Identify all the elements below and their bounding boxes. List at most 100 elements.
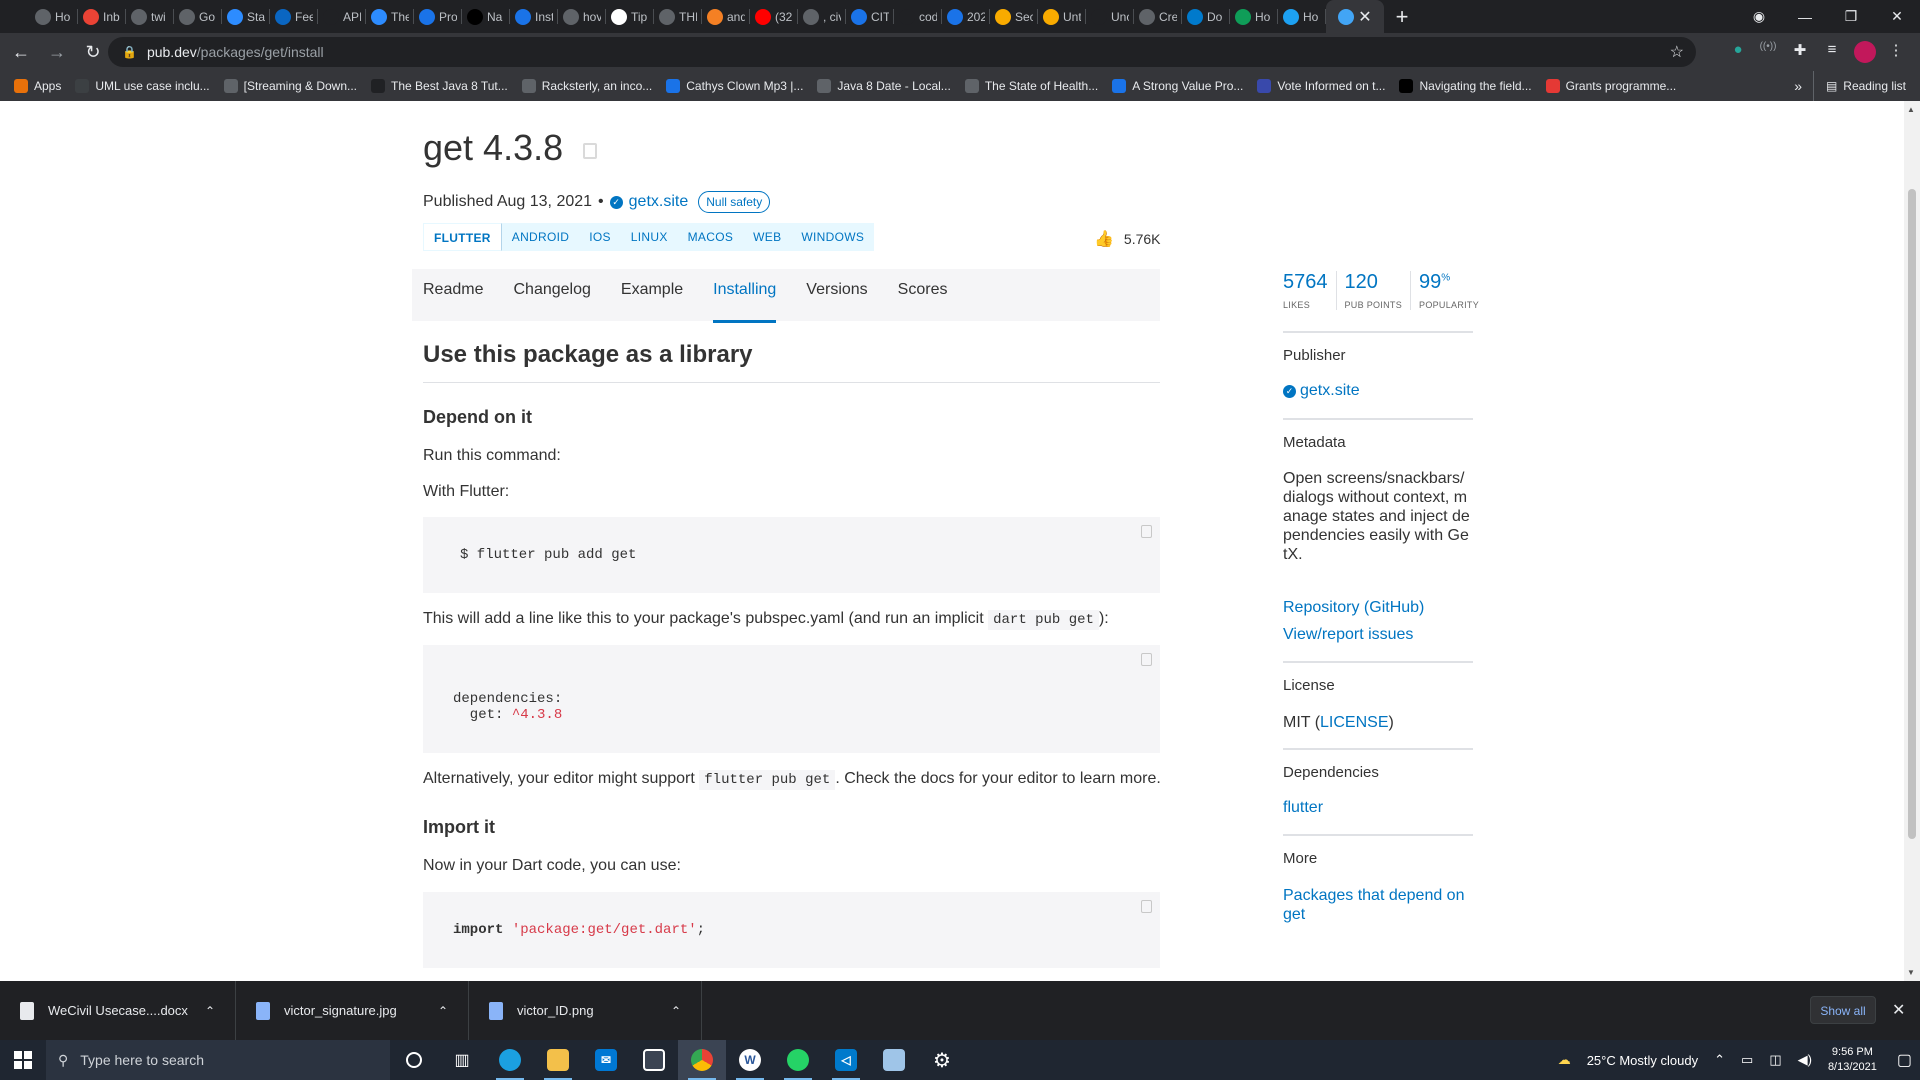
back-button[interactable]: ← — [6, 42, 36, 63]
browser-tab[interactable]: Sec — [990, 0, 1038, 33]
tab-search-icon[interactable]: ◉ — [1736, 8, 1782, 25]
store-icon[interactable] — [630, 1040, 678, 1080]
platform-tag[interactable]: ANDROID — [502, 223, 579, 251]
copy-icon[interactable] — [583, 143, 597, 159]
tab-versions[interactable]: Versions — [806, 269, 867, 321]
close-window-button[interactable]: ✕ — [1874, 8, 1920, 25]
copy-icon[interactable] — [1141, 653, 1152, 666]
license-link[interactable]: LICENSE — [1320, 714, 1388, 731]
points-stat[interactable]: 120 PUB POINTS — [1345, 271, 1412, 310]
browser-tab[interactable]: Na — [462, 0, 510, 33]
chevron-up-icon[interactable]: ⌃ — [1714, 1052, 1725, 1068]
volume-icon[interactable]: ◀) — [1798, 1052, 1812, 1068]
cast-icon[interactable]: ((•)) — [1757, 41, 1779, 63]
tab-installing[interactable]: Installing — [713, 269, 777, 323]
bookmark-item[interactable]: Vote Informed on t... — [1257, 79, 1385, 93]
dependents-link[interactable]: Packages that depend on get — [1283, 886, 1473, 924]
sidebar-publisher-link[interactable]: ✓ getx.site — [1283, 382, 1360, 400]
scrollbar-thumb[interactable] — [1908, 189, 1916, 839]
copy-icon[interactable] — [1141, 525, 1152, 538]
browser-tab[interactable]: Ho — [1278, 0, 1326, 33]
bookmark-item[interactable]: Grants programme... — [1545, 79, 1676, 93]
browser-tab[interactable]: , civ — [798, 0, 846, 33]
minimize-button[interactable]: — — [1782, 9, 1828, 25]
word-icon[interactable]: W — [726, 1040, 774, 1080]
browser-tab[interactable]: hov — [558, 0, 606, 33]
scroll-down-icon[interactable]: ▼ — [1907, 968, 1915, 977]
task-view-icon[interactable]: ▥ — [438, 1040, 486, 1080]
platform-tag[interactable]: MACOS — [678, 223, 744, 251]
browser-tab[interactable]: Inst — [510, 0, 558, 33]
bookmark-item[interactable]: Racksterly, an inco... — [521, 79, 652, 93]
taskbar-search[interactable]: ⚲ Type here to search — [46, 1040, 390, 1080]
profile-avatar[interactable] — [1854, 41, 1876, 63]
chevron-up-icon[interactable]: ⌃ — [205, 1004, 215, 1018]
mail-icon[interactable]: ✉ — [582, 1040, 630, 1080]
weather-icon[interactable]: ☁ — [1558, 1052, 1571, 1068]
download-item[interactable]: victor_ID.png ⌃ — [469, 981, 702, 1040]
bookmark-item[interactable]: [Streaming & Down... — [223, 79, 357, 93]
platform-tag[interactable]: WINDOWS — [791, 223, 874, 251]
chrome-icon[interactable] — [678, 1040, 726, 1080]
browser-tab[interactable]: Ho — [30, 0, 78, 33]
bookmark-item[interactable]: A Strong Value Pro... — [1112, 79, 1243, 93]
platform-tag[interactable]: WEB — [743, 223, 791, 251]
bookmark-star-icon[interactable]: ☆ — [1670, 42, 1684, 62]
chevron-up-icon[interactable]: ⌃ — [671, 1004, 681, 1018]
edge-icon[interactable] — [486, 1040, 534, 1080]
vscode-icon[interactable]: ◁ — [822, 1040, 870, 1080]
bookmark-item[interactable]: UML use case inclu... — [75, 79, 210, 93]
command-code[interactable]: $ flutter pub add get — [423, 517, 1160, 563]
notification-icon[interactable]: ▢ — [1897, 1050, 1912, 1070]
page-scrollbar[interactable]: ▲ ▼ — [1904, 101, 1920, 981]
dependency-link[interactable]: flutter — [1283, 799, 1323, 817]
bookmark-item[interactable]: Navigating the field... — [1399, 79, 1532, 93]
reading-list-button[interactable]: ▤ Reading list — [1812, 71, 1906, 101]
browser-tab[interactable]: CIT — [846, 0, 894, 33]
close-tab-icon[interactable]: ✕ — [1358, 7, 1371, 27]
more-bookmarks-icon[interactable]: » — [1794, 78, 1802, 94]
platform-tag[interactable]: IOS — [579, 223, 621, 251]
scroll-up-icon[interactable]: ▲ — [1907, 105, 1915, 114]
settings-icon[interactable]: ⚙ — [918, 1040, 966, 1080]
likes-summary[interactable]: 👍 5.76K — [1094, 229, 1161, 249]
network-icon[interactable]: ◫ — [1769, 1052, 1781, 1068]
restore-button[interactable]: ❐ — [1828, 8, 1874, 25]
start-button[interactable] — [0, 1040, 46, 1080]
browser-tab[interactable]: The — [366, 0, 414, 33]
bookmark-item[interactable]: Java 8 Date - Local... — [817, 79, 951, 93]
apps-shortcut[interactable]: Apps — [14, 79, 61, 93]
weather-text[interactable]: 25°C Mostly cloudy — [1587, 1053, 1698, 1068]
file-explorer-icon[interactable] — [534, 1040, 582, 1080]
browser-tab[interactable]: THI — [654, 0, 702, 33]
battery-icon[interactable]: ▭ — [1741, 1052, 1753, 1068]
browser-tab[interactable]: Go — [174, 0, 222, 33]
browser-tab[interactable]: Inb — [78, 0, 126, 33]
bookmark-item[interactable]: The Best Java 8 Tut... — [371, 79, 508, 93]
likes-stat[interactable]: 5764 LIKES — [1283, 271, 1337, 310]
extension-icon[interactable]: ● — [1727, 41, 1749, 63]
bookmark-item[interactable]: Cathys Clown Mp3 |... — [666, 79, 803, 93]
browser-tab[interactable]: 202 — [942, 0, 990, 33]
platform-tag[interactable]: FLUTTER — [423, 223, 502, 251]
browser-tab[interactable]: Tip — [606, 0, 654, 33]
browser-tab[interactable]: Fee — [270, 0, 318, 33]
tab-scores[interactable]: Scores — [898, 269, 948, 321]
cortana-icon[interactable] — [390, 1040, 438, 1080]
browser-tab[interactable]: and — [702, 0, 750, 33]
issues-link[interactable]: View/report issues — [1283, 626, 1413, 644]
browser-tab[interactable]: Sta — [222, 0, 270, 33]
chevron-up-icon[interactable]: ⌃ — [438, 1004, 448, 1018]
media-control-icon[interactable]: ≡ — [1821, 41, 1843, 63]
platform-tag[interactable]: LINUX — [621, 223, 678, 251]
browser-tab[interactable]: Cre — [1134, 0, 1182, 33]
new-tab-button[interactable]: + — [1384, 4, 1420, 30]
repository-link[interactable]: Repository (GitHub) — [1283, 599, 1424, 617]
extensions-puzzle-icon[interactable]: ✚ — [1789, 41, 1811, 63]
close-icon[interactable]: ✕ — [1892, 1000, 1905, 1020]
thumbs-up-icon[interactable]: 👍 — [1094, 229, 1114, 249]
publisher-link[interactable]: getx.site — [629, 193, 689, 211]
browser-tab[interactable]: Pro — [414, 0, 462, 33]
import-code[interactable]: import 'package:get/get.dart'; — [423, 892, 1160, 938]
reload-button[interactable]: ↻ — [78, 42, 108, 63]
